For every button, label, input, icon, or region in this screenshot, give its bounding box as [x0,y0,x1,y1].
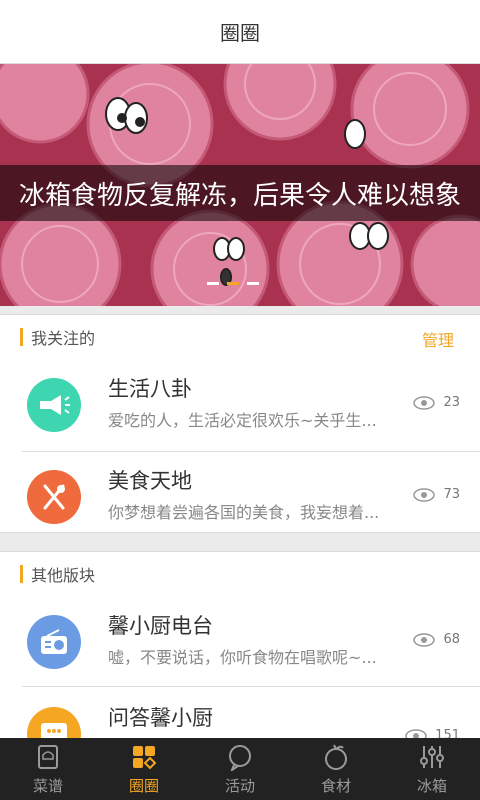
section-title: 其他版块 [31,566,96,585]
ingredients-icon [325,744,347,770]
item-desc: 你梦想着尝遍各国的美食，我妄想着... [108,503,380,522]
view-count: 73 [413,487,460,502]
banner[interactable]: 冰箱食物反复解冻，后果令人难以想象 [0,64,480,306]
divider [22,686,480,687]
view-count: 68 [413,632,460,647]
section-accent-bar [20,565,23,583]
recipe-icon [38,744,58,769]
bottom-tab-bar: 菜谱 圈圈 活动 食材 冰箱 [0,738,480,800]
section-title: 我关注的 [31,329,96,348]
banner-caption: 冰箱食物反复解冻，后果令人难以想象 [0,165,480,221]
tab-label: 食材 [320,776,351,795]
section-header: 我关注的 管理 [0,315,480,359]
tab-circles[interactable]: 圈圈 [96,738,192,800]
view-count-value: 68 [443,632,460,647]
manage-button[interactable]: 管理 [422,327,454,351]
eye-icon [413,632,436,647]
item-desc: 爱吃的人，生活必定很欢乐~关乎生... [108,411,377,430]
fridge-icon [420,745,444,768]
tab-ingredients[interactable]: 食材 [288,738,384,800]
item-name: 问答馨小厨 [108,706,213,730]
item-name: 馨小厨电台 [108,614,213,638]
item-name: 生活八卦 [108,377,192,401]
list-item[interactable]: 美食天地 你梦想着尝遍各国的美食，我妄想着... 73 [0,451,480,543]
section-header: 其他版块 [0,552,480,596]
tab-label: 圈圈 [128,776,159,795]
activity-icon [229,744,251,771]
carousel-indicator [207,282,259,285]
carousel-dot [207,282,219,285]
page-title: 圈圈 [220,21,260,45]
top-bar: 圈圈 [0,0,480,64]
view-count-value: 23 [443,395,460,410]
others-section: 其他版块 馨小厨电台 嘘，不要说话，你听食物在唱歌呢~... 68 问答馨小厨 … [0,551,480,761]
fork-knife-icon [27,470,81,524]
followed-section: 我关注的 管理 生活八卦 爱吃的人，生活必定很欢乐~关乎生... 23 美食天地… [0,314,480,533]
tab-label: 菜谱 [32,776,63,795]
tab-fridge[interactable]: 冰箱 [384,738,480,800]
tab-activities[interactable]: 活动 [192,738,288,800]
tab-label: 冰箱 [416,776,447,795]
list-item[interactable]: 馨小厨电台 嘘，不要说话，你听食物在唱歌呢~... 68 [0,596,480,688]
circles-icon [133,745,157,769]
eye-icon [413,487,436,502]
item-name: 美食天地 [108,469,192,493]
item-desc: 嘘，不要说话，你听食物在唱歌呢~... [108,648,377,667]
carousel-dot [247,282,259,285]
eye-icon [413,395,436,410]
section-accent-bar [20,328,23,346]
list-item[interactable]: 生活八卦 爱吃的人，生活必定很欢乐~关乎生... 23 [0,359,480,451]
carousel-dot-active [227,282,239,285]
view-count-value: 73 [443,487,460,502]
tab-label: 活动 [224,776,255,795]
tab-recipes[interactable]: 菜谱 [0,738,96,800]
megaphone-icon [27,378,81,432]
view-count: 23 [413,395,460,410]
radio-icon [27,615,81,669]
